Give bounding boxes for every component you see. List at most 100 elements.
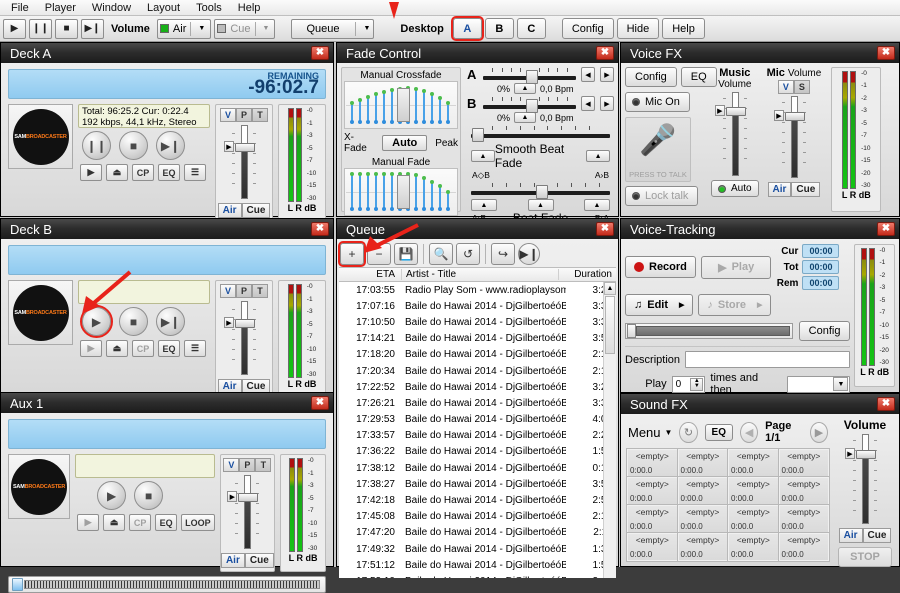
sound-fx-air-button[interactable]: Air <box>838 528 863 543</box>
sound-fx-cell[interactable]: <empty> 0:00.0 <box>777 448 830 478</box>
sound-fx-cell[interactable]: <empty> 0:00.0 <box>676 532 729 562</box>
close-icon[interactable]: ✖ <box>596 46 614 60</box>
smooth-beat-fade-slider[interactable] <box>471 125 610 142</box>
beat-fade-center-button[interactable]: ▲ <box>527 199 554 211</box>
chevron-down-icon[interactable]: ▼ <box>195 25 208 32</box>
sound-fx-cell[interactable]: <empty> 0:00.0 <box>727 476 780 506</box>
music-auto-button[interactable]: Auto <box>711 180 759 197</box>
voice-fx-config-button[interactable]: Config <box>625 67 677 87</box>
scroll-up-icon[interactable]: ▲ <box>604 282 616 295</box>
vt-config-button[interactable]: Config <box>798 321 851 341</box>
fader-knob[interactable] <box>725 107 746 116</box>
mic-air-button[interactable]: Air <box>767 182 792 197</box>
chevron-down-icon[interactable]: ▼ <box>833 377 849 391</box>
menu-item-file[interactable]: File <box>4 1 36 15</box>
sound-fx-eq-button[interactable]: EQ <box>704 423 733 441</box>
chevron-right-icon[interactable]: ▶ <box>679 301 684 309</box>
beat-fade-ab-button[interactable]: ▲ <box>471 199 497 211</box>
smooth-fade-right-button[interactable]: ▲ <box>586 150 610 162</box>
auto-button[interactable]: Auto <box>382 135 428 151</box>
vt-play-times-stepper[interactable]: 0 ▲ ▼ <box>671 375 706 393</box>
queue-selector[interactable]: Queue ▼ <box>291 18 375 39</box>
deck-a-eject-icon[interactable]: ⏏ <box>106 164 128 181</box>
deck-b-next-button[interactable]: ▶❙ <box>156 307 185 336</box>
help-button[interactable]: Help <box>662 18 705 39</box>
chevron-down-icon[interactable]: ▼ <box>665 428 673 437</box>
fader-left-arrow-icon[interactable]: ▶ <box>224 317 234 328</box>
deck-b-eject-icon[interactable]: ⏏ <box>106 340 128 357</box>
pause-icon[interactable]: ❙❙ <box>29 18 52 39</box>
queue-refresh-icon[interactable]: ↺ <box>456 243 480 265</box>
queue-col-eta[interactable]: ETA <box>339 269 401 280</box>
fader-knob[interactable] <box>856 450 876 459</box>
fader-knob[interactable] <box>238 493 259 502</box>
sound-fx-cell[interactable]: <empty> 0:00.0 <box>727 532 780 562</box>
queue-play-next-icon[interactable]: ▶❙ <box>518 243 540 265</box>
sound-fx-stop-button[interactable]: STOP <box>838 547 892 567</box>
sound-fx-menu-button[interactable]: Menu ▼ <box>628 425 672 440</box>
fader-left-arrow-icon[interactable]: ▶ <box>224 141 234 152</box>
aux1-stop-button[interactable]: ■ <box>134 481 164 510</box>
deck-b-play-button[interactable]: ▶ <box>80 305 113 338</box>
aux1-volume-fader[interactable]: ▶ <box>227 475 265 549</box>
queue-export-icon[interactable]: ↪ <box>491 243 515 265</box>
deck-b-volume-fader[interactable]: ▶ <box>224 301 262 375</box>
mic-s-button[interactable]: S <box>793 80 810 94</box>
table-row[interactable]: 17:49:32 Baile do Hawai 2014 - DjGilberto… <box>339 541 616 557</box>
desktop-tab-a[interactable]: A <box>450 16 484 41</box>
close-icon[interactable]: ✖ <box>877 46 895 60</box>
table-row[interactable]: 17:33:57 Baile do Hawai 2014 - DjGilberto… <box>339 428 616 444</box>
manualfade-thumb[interactable] <box>397 175 410 209</box>
table-row[interactable]: 17:51:12 Baile do Hawai 2014 - DjGilberto… <box>339 557 616 573</box>
queue-search-icon[interactable]: 🔍 <box>429 243 453 265</box>
deck-a-pause-button[interactable]: ❙❙ <box>82 131 111 160</box>
sound-fx-next-page-icon[interactable]: ▶ <box>809 421 828 443</box>
aux1-t-button[interactable]: T <box>255 458 272 472</box>
deck-b-eq-button[interactable]: EQ <box>158 340 180 357</box>
table-row[interactable]: 17:47:20 Baile do Hawai 2014 - DjGilberto… <box>339 525 616 541</box>
desktop-tab-c[interactable]: C <box>516 18 546 39</box>
scroll-thumb[interactable] <box>605 296 615 354</box>
vt-progress-handle[interactable] <box>627 324 636 338</box>
mic-volume-fader[interactable]: ▶ <box>773 96 812 178</box>
vt-then-select[interactable]: ▼ <box>786 375 851 393</box>
fader-left-arrow-icon[interactable]: ▶ <box>845 448 855 459</box>
sound-fx-cell[interactable]: <empty> 0:00.0 <box>626 448 679 478</box>
deck-a-cue-icon[interactable]: ▶ <box>80 164 102 181</box>
slider-knob[interactable] <box>525 70 538 84</box>
deck-a-next-button[interactable]: ▶❙ <box>156 131 185 160</box>
table-row[interactable]: 17:38:27 Baile do Hawai 2014 - DjGilberto… <box>339 476 616 492</box>
beat-fade-ba-button[interactable]: ▲ <box>584 199 610 211</box>
sound-fx-volume-fader[interactable]: ▶ <box>845 434 883 524</box>
play-icon[interactable]: ▶ <box>3 18 26 39</box>
menu-item-tools[interactable]: Tools <box>189 1 229 15</box>
table-row[interactable]: 17:42:18 Baile do Hawai 2014 - DjGilberto… <box>339 492 616 508</box>
vt-edit-button[interactable]: ♫ Edit ▶ <box>625 294 694 316</box>
deck-b-cp-button[interactable]: CP <box>132 340 154 357</box>
deck-a-air-button[interactable]: Air <box>217 203 242 218</box>
close-icon[interactable]: ✖ <box>877 397 895 411</box>
table-row[interactable]: 17:53:10Baile do Hawai 2014 - DjGilberto… <box>339 573 616 578</box>
table-row[interactable]: 17:22:52 Baile do Hawai 2014 - DjGilberto… <box>339 379 616 395</box>
next-icon[interactable]: ▶❙ <box>81 18 104 39</box>
chevron-down-icon[interactable]: ▼ <box>360 25 373 32</box>
mic-v-button[interactable]: V <box>777 80 794 94</box>
sound-fx-cell[interactable]: <empty> 0:00.0 <box>626 504 679 534</box>
vt-play-button[interactable]: ▶ Play <box>700 255 772 279</box>
deck-b-t-button[interactable]: T <box>252 284 268 298</box>
deck-a-t-button[interactable]: T <box>252 108 268 122</box>
fader-left-arrow-icon[interactable]: ▶ <box>714 105 725 116</box>
fader-left-arrow-icon[interactable]: ▶ <box>773 110 784 121</box>
table-row[interactable]: 17:07:16 Baile do Hawai 2014 - DjGilberto… <box>339 298 616 314</box>
hide-button[interactable]: Hide <box>616 18 660 39</box>
mic-cue-button[interactable]: Cue <box>791 182 821 197</box>
press-to-talk-button[interactable]: 🎤 PRESS TO TALK <box>625 117 691 182</box>
close-icon[interactable]: ✖ <box>311 396 329 410</box>
manual-fade-graph[interactable] <box>344 168 458 216</box>
air-volume-selector[interactable]: Air ▼ <box>156 18 212 39</box>
table-row[interactable]: 17:36:22 Baile do Hawai 2014 - DjGilberto… <box>339 444 616 460</box>
queue-scrollbar[interactable]: ▲ <box>603 282 616 578</box>
aux1-play-button[interactable]: ▶ <box>97 481 127 510</box>
deck-a-eq-button[interactable]: EQ <box>158 164 180 181</box>
deck-a-menu-icon[interactable]: ☰ <box>184 164 206 181</box>
